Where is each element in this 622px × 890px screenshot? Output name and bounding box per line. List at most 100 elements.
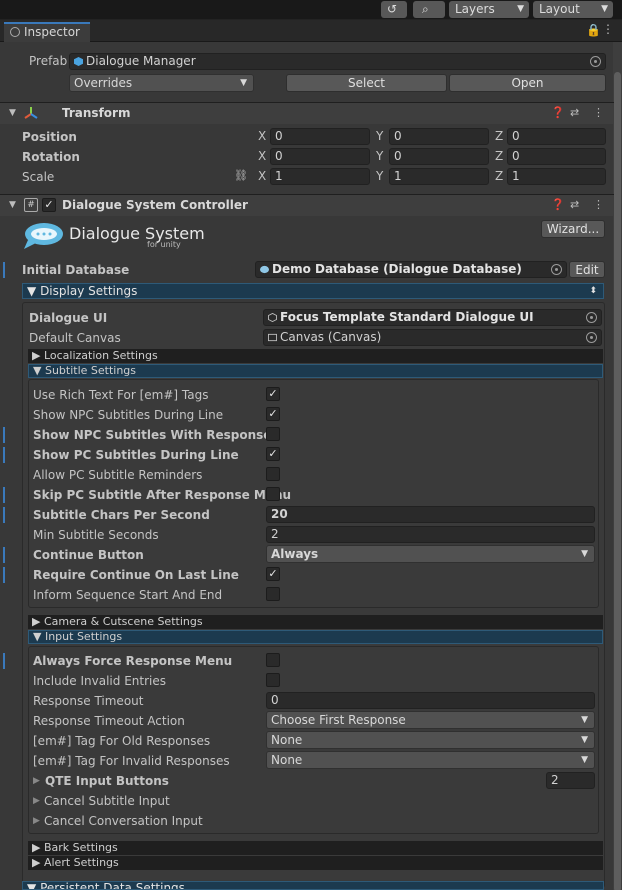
rich-text-label: Use Rich Text For [em#] Tags — [33, 388, 209, 402]
more-menu-icon[interactable]: ⋮ — [602, 22, 614, 36]
require-continue-checkbox[interactable]: ✓ — [266, 567, 280, 581]
tab-label: Inspector — [24, 25, 80, 39]
scrollbar[interactable] — [613, 42, 622, 890]
open-button[interactable]: Open — [449, 74, 606, 92]
position-z-field[interactable]: 0 — [507, 128, 606, 145]
old-responses-tag-label: [em#] Tag For Old Responses — [33, 734, 211, 748]
foldout-right-icon[interactable]: ▶ — [33, 776, 40, 786]
foldout-right-icon[interactable]: ▶ — [33, 816, 40, 826]
wizard-button[interactable]: Wizard... — [541, 220, 605, 238]
foldout-arrow-icon: ▼ — [27, 284, 37, 298]
subtitle-settings-foldout[interactable]: ▼ Subtitle Settings — [28, 364, 603, 378]
old-responses-tag-dropdown[interactable]: None ▼ — [266, 731, 595, 749]
object-picker-icon[interactable] — [551, 264, 562, 275]
include-invalid-entries-checkbox[interactable] — [266, 673, 280, 687]
rotation-y-field[interactable]: 0 — [389, 148, 489, 165]
object-picker-icon[interactable] — [586, 312, 597, 323]
scrollbar-thumb[interactable] — [614, 72, 621, 890]
object-picker-icon[interactable] — [590, 56, 601, 67]
more-menu-icon[interactable]: ⋮ — [593, 198, 604, 211]
transform-header[interactable]: ▼ Transform ❓ ⇄ ⋮ — [0, 102, 614, 124]
cancel-conversation-input-label[interactable]: Cancel Conversation Input — [44, 813, 203, 829]
cancel-subtitle-input-label[interactable]: Cancel Subtitle Input — [44, 793, 170, 809]
caret-down-icon: ▼ — [517, 4, 524, 14]
scale-x-field[interactable]: 1 — [270, 168, 370, 185]
edit-button[interactable]: Edit — [569, 261, 605, 278]
response-timeout-action-dropdown[interactable]: Choose First Response ▼ — [266, 711, 595, 729]
object-picker-icon[interactable] — [586, 332, 597, 343]
foldout-right-icon: ▶ — [32, 349, 41, 362]
history-icon: ↺ — [387, 2, 398, 16]
response-timeout-action-label: Response Timeout Action — [33, 714, 185, 728]
more-menu-icon[interactable]: ⋮ — [593, 106, 604, 119]
inform-sequence-checkbox[interactable] — [266, 587, 280, 601]
caret-down-icon: ▼ — [581, 755, 588, 765]
caret-down-icon: ▼ — [240, 78, 247, 88]
scale-y-field[interactable]: 1 — [389, 168, 489, 185]
qte-input-buttons-size-field[interactable]: 2 — [546, 772, 595, 789]
localization-settings-foldout[interactable]: ▶ Localization Settings — [28, 349, 603, 363]
inform-sequence-label: Inform Sequence Start And End — [33, 588, 223, 602]
rotation-x-field[interactable]: 0 — [270, 148, 370, 165]
foldout-arrow-icon[interactable]: ▼ — [9, 108, 16, 118]
foldout-arrow-icon[interactable]: ▼ — [9, 200, 16, 210]
dialogue-ui-field[interactable]: Focus Template Standard Dialogue UI — [263, 309, 602, 326]
layout-label: Layout — [539, 2, 580, 16]
pc-subtitles-during-line-label: Show PC Subtitles During Line — [33, 448, 239, 462]
force-response-menu-checkbox[interactable] — [266, 653, 280, 667]
default-canvas-field[interactable]: Canvas (Canvas) — [263, 329, 602, 346]
include-invalid-entries-label: Include Invalid Entries — [33, 674, 166, 688]
subtitle-chars-field[interactable]: 20 — [266, 506, 595, 523]
display-settings-foldout[interactable]: ▼ Display Settings ⬍ — [22, 283, 604, 299]
help-icon[interactable]: ❓ — [551, 106, 565, 119]
initial-database-field[interactable]: Demo Database (Dialogue Database) — [255, 261, 567, 278]
rich-text-checkbox[interactable]: ✓ — [266, 387, 280, 401]
presets-icon[interactable]: ⇄ — [570, 198, 579, 211]
component-enabled-checkbox[interactable]: ✓ — [42, 198, 56, 212]
continue-button-dropdown[interactable]: Always ▼ — [266, 545, 595, 563]
rotation-z-field[interactable]: 0 — [507, 148, 606, 165]
skip-pc-subtitle-checkbox[interactable] — [266, 487, 280, 501]
tab-bar: Inspector 🔒 ⋮ — [0, 20, 622, 42]
persistent-data-settings-foldout[interactable]: ▼ Persistent Data Settings — [22, 881, 604, 890]
skip-pc-subtitle-label: Skip PC Subtitle After Response Menu — [33, 488, 292, 502]
constrain-proportions-icon[interactable]: ⛓ — [234, 169, 248, 182]
npc-subtitles-with-responses-checkbox[interactable] — [266, 427, 280, 441]
layout-dropdown[interactable]: Layout ▼ — [533, 1, 613, 18]
bark-settings-foldout[interactable]: ▶ Bark Settings — [28, 841, 603, 855]
controller-header[interactable]: ▼ # ✓ Dialogue System Controller ❓ ⇄ ⋮ — [0, 194, 614, 216]
initial-database-label: Initial Database — [22, 263, 130, 277]
prefab-asset-field[interactable]: Dialogue Manager — [69, 53, 606, 70]
help-icon[interactable]: ❓ — [551, 198, 565, 211]
overrides-dropdown[interactable]: Overrides ▼ — [69, 74, 254, 92]
npc-subtitles-with-responses-label: Show NPC Subtitles With Responses — [33, 428, 279, 442]
invalid-responses-tag-dropdown[interactable]: None ▼ — [266, 751, 595, 769]
position-x-field[interactable]: 0 — [270, 128, 370, 145]
pc-subtitle-reminders-checkbox[interactable] — [266, 467, 280, 481]
invalid-responses-tag-label: [em#] Tag For Invalid Responses — [33, 754, 230, 768]
caret-down-icon: ▼ — [581, 549, 588, 559]
subtitle-chars-label: Subtitle Chars Per Second — [33, 508, 210, 522]
camera-cutscene-settings-foldout[interactable]: ▶ Camera & Cutscene Settings — [28, 615, 603, 629]
history-button[interactable]: ↺ — [381, 1, 407, 18]
rotation-label: Rotation — [22, 150, 80, 164]
search-button[interactable]: ⌕ — [413, 1, 445, 18]
npc-subtitles-during-line-checkbox[interactable]: ✓ — [266, 407, 280, 421]
input-settings-foldout[interactable]: ▼ Input Settings — [28, 630, 603, 644]
presets-icon[interactable]: ⇄ — [570, 106, 579, 119]
pc-subtitles-during-line-checkbox[interactable]: ✓ — [266, 447, 280, 461]
tab-inspector[interactable]: Inspector — [4, 22, 90, 42]
foldout-right-icon[interactable]: ▶ — [33, 796, 40, 806]
alert-settings-foldout[interactable]: ▶ Alert Settings — [28, 856, 603, 870]
layers-dropdown[interactable]: Layers ▼ — [449, 1, 529, 18]
logo-subtitle: for unity — [147, 240, 181, 249]
min-subtitle-seconds-field[interactable]: 2 — [266, 526, 595, 543]
force-response-menu-label: Always Force Response Menu — [33, 654, 233, 668]
foldout-arrow-icon: ▼ — [27, 881, 37, 890]
response-timeout-field[interactable]: 0 — [266, 692, 595, 709]
scale-z-field[interactable]: 1 — [507, 168, 606, 185]
npc-subtitles-during-line-label: Show NPC Subtitles During Line — [33, 408, 224, 422]
lock-icon[interactable]: 🔒 — [586, 23, 601, 37]
position-y-field[interactable]: 0 — [389, 128, 489, 145]
select-button[interactable]: Select — [286, 74, 447, 92]
